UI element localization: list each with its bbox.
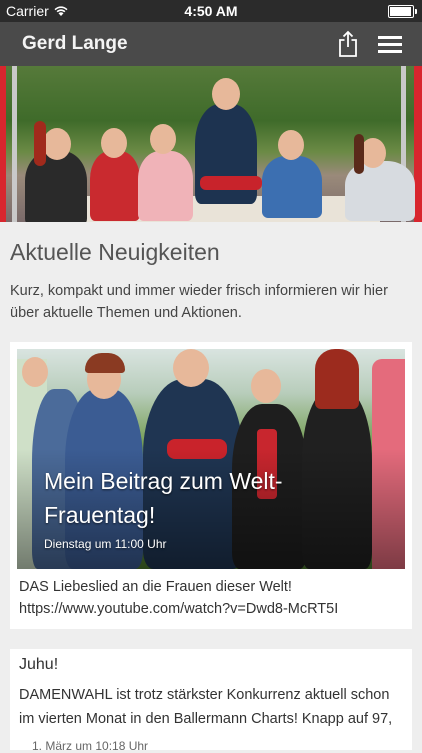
- news-card-2-text: DAMENWAHL ist trotz stärkster Konkurrenz…: [19, 687, 393, 727]
- share-icon[interactable]: [336, 30, 360, 58]
- news-card-1-date: Dienstag um 11:00 Uhr: [44, 537, 167, 551]
- navigation-bar: Gerd Lange: [0, 22, 422, 66]
- news-card-1-text: DAS Liebeslied an die Frauen dieser Welt…: [19, 579, 339, 617]
- news-card-2[interactable]: Juhu! DAMENWAHL ist trotz stärkster Konk…: [10, 649, 412, 753]
- battery-icon: [388, 5, 417, 18]
- news-card-2-date: 1. März um 10:18 Uhr: [32, 739, 149, 753]
- status-time: 4:50 AM: [184, 3, 238, 19]
- section-intro: Kurz, kompakt und immer wieder frisch in…: [10, 283, 388, 321]
- news-card-1-headline[interactable]: Mein Beitrag zum Welt-Frauentag!: [44, 464, 334, 532]
- news-card-1[interactable]: Mein Beitrag zum Welt-Frauentag! Diensta…: [10, 342, 412, 629]
- section-title: Aktuelle Neuigkeiten: [10, 239, 220, 265]
- news-card-1-photo[interactable]: Mein Beitrag zum Welt-Frauentag! Diensta…: [17, 349, 405, 569]
- app-title: Gerd Lange: [22, 33, 128, 54]
- news-card-2-title[interactable]: Juhu!: [19, 656, 58, 674]
- hero-image: [0, 66, 422, 222]
- hamburger-menu-icon[interactable]: [376, 32, 404, 56]
- status-bar: Carrier 4:50 AM: [0, 0, 422, 22]
